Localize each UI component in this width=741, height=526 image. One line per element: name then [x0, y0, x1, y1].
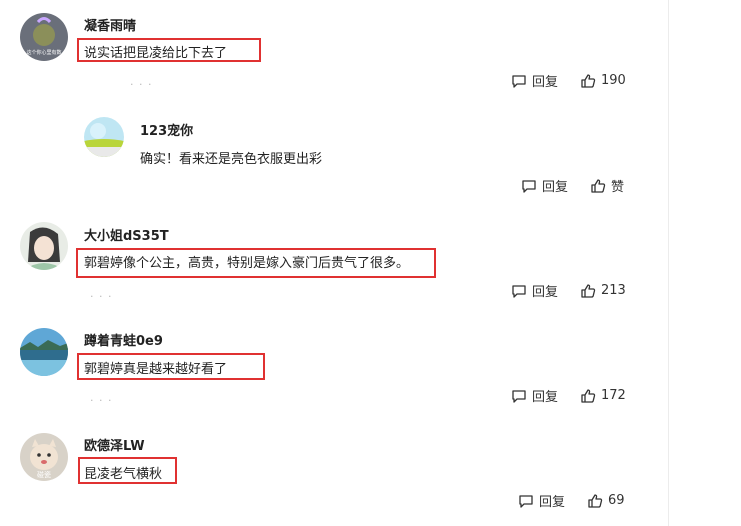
svg-text:这个你心里有数: 这个你心里有数	[26, 49, 61, 56]
comment-actions: 回复 172	[511, 386, 626, 405]
like-count: 赞	[611, 180, 625, 195]
like-count: 213	[601, 283, 626, 298]
thumbs-up-icon	[581, 73, 596, 88]
highlight-box	[77, 38, 261, 62]
comment-actions: 回复 69	[518, 491, 625, 510]
comment-bubble-icon	[512, 284, 526, 298]
reply-button[interactable]: 回复	[521, 176, 568, 195]
like-button[interactable]: 172	[580, 388, 626, 404]
reply-button[interactable]: 回复	[511, 281, 558, 300]
avatar[interactable]	[20, 328, 68, 376]
reply-label: 回复	[532, 285, 559, 300]
like-count: 172	[601, 388, 626, 403]
comment-bubble-icon	[512, 74, 526, 88]
comment-actions: 回复 赞	[521, 176, 624, 195]
reply-button[interactable]: 回复	[518, 491, 565, 510]
highlight-box	[78, 457, 177, 484]
like-button[interactable]: 赞	[590, 176, 624, 195]
divider-dots: · · ·	[90, 394, 113, 407]
like-button[interactable]: 69	[587, 493, 625, 509]
divider-dots: · · ·	[130, 78, 153, 91]
thumbs-up-icon	[588, 493, 603, 508]
comment-username[interactable]: 欧德泽LW	[84, 435, 145, 454]
reply-label: 回复	[532, 390, 559, 405]
comment-actions: 回复 190	[511, 71, 626, 90]
comment-bubble-icon	[519, 494, 533, 508]
avatar[interactable]: 碰瓷	[20, 433, 68, 481]
reply-button[interactable]: 回复	[511, 71, 558, 90]
reply-label: 回复	[542, 180, 569, 195]
reply-button[interactable]: 回复	[511, 386, 558, 405]
highlight-box	[77, 353, 265, 380]
highlight-box	[76, 248, 436, 278]
scrollbar-track[interactable]	[668, 0, 669, 526]
comment-bubble-icon	[522, 179, 536, 193]
avatar[interactable]	[20, 222, 68, 270]
reply-label: 回复	[532, 75, 559, 90]
avatar[interactable]: 这个你心里有数	[20, 13, 68, 61]
comment-username[interactable]: 蹲着青蛙0e9	[84, 330, 163, 349]
comment-username[interactable]: 凝香雨晴	[84, 15, 136, 34]
like-count: 69	[608, 493, 625, 508]
comment-username[interactable]: 大小姐dS35T	[84, 225, 169, 244]
comments-page: 这个你心里有数 凝香雨晴 说实话把昆凌给比下去了 · · · 回复 190 12…	[0, 0, 741, 526]
thumbs-up-icon	[591, 178, 606, 193]
reply-label: 回复	[539, 495, 566, 510]
svg-text:碰瓷: 碰瓷	[37, 470, 51, 479]
comment-bubble-icon	[512, 389, 526, 403]
thumbs-up-icon	[581, 388, 596, 403]
comment-text: 确实！看来还是亮色衣服更出彩	[140, 152, 323, 167]
avatar[interactable]	[84, 117, 124, 157]
comment-actions: 回复 213	[511, 281, 626, 300]
thumbs-up-icon	[581, 283, 596, 298]
divider-dots: · · ·	[90, 290, 113, 303]
like-button[interactable]: 213	[580, 283, 626, 299]
comment-username[interactable]: 123宠你	[140, 120, 193, 139]
like-button[interactable]: 190	[580, 73, 626, 89]
like-count: 190	[601, 73, 626, 88]
